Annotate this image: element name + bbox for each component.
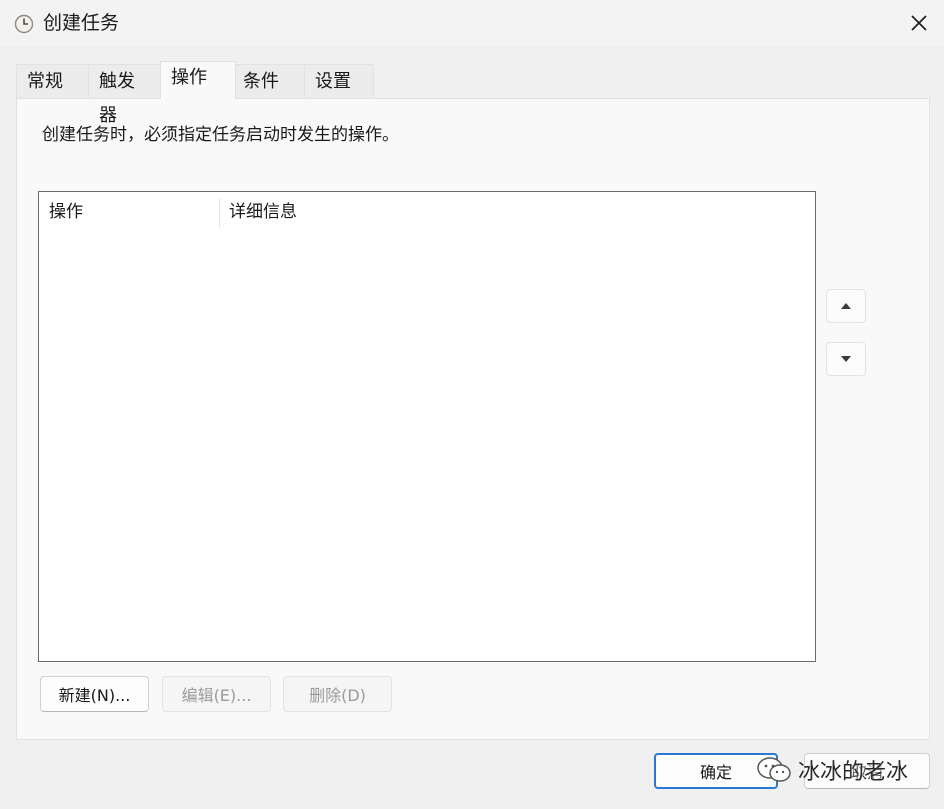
title-bar: 创建任务 bbox=[0, 0, 944, 46]
tab-triggers[interactable]: 触发器 bbox=[88, 64, 161, 126]
tab-settings[interactable]: 设置 bbox=[304, 64, 374, 98]
delete-action-button[interactable]: 删除(D) bbox=[283, 676, 392, 712]
move-up-icon bbox=[841, 303, 851, 309]
tab-actions[interactable]: 操作 bbox=[160, 61, 236, 99]
column-divider[interactable] bbox=[219, 198, 220, 228]
tab-conditions[interactable]: 条件 bbox=[232, 64, 305, 98]
column-header-action[interactable]: 操作 bbox=[49, 200, 83, 224]
move-down-button[interactable] bbox=[826, 342, 866, 376]
new-action-button[interactable]: 新建(N)... bbox=[40, 676, 149, 712]
column-header-details[interactable]: 详细信息 bbox=[229, 200, 297, 224]
panel-description: 创建任务时，必须指定任务启动时发生的操作。 bbox=[42, 125, 399, 145]
watermark-text: 冰冰的老冰 bbox=[798, 760, 909, 785]
tab-label: 条件 bbox=[243, 71, 279, 92]
window-title: 创建任务 bbox=[43, 12, 120, 34]
tab-label: 操作 bbox=[171, 67, 207, 88]
wechat-icon bbox=[757, 757, 791, 782]
edit-action-button[interactable]: 编辑(E)... bbox=[162, 676, 271, 712]
tab-general[interactable]: 常规 bbox=[16, 64, 89, 98]
close-button[interactable] bbox=[898, 6, 940, 40]
task-scheduler-clock-icon bbox=[14, 14, 34, 34]
tab-label: 设置 bbox=[315, 71, 351, 92]
close-icon bbox=[911, 15, 927, 31]
move-down-icon bbox=[841, 356, 851, 362]
tab-label: 常规 bbox=[27, 71, 63, 92]
actions-list[interactable]: 操作 详细信息 bbox=[38, 191, 816, 662]
watermark: 冰冰的老冰 bbox=[756, 752, 908, 788]
move-up-button[interactable] bbox=[826, 289, 866, 323]
